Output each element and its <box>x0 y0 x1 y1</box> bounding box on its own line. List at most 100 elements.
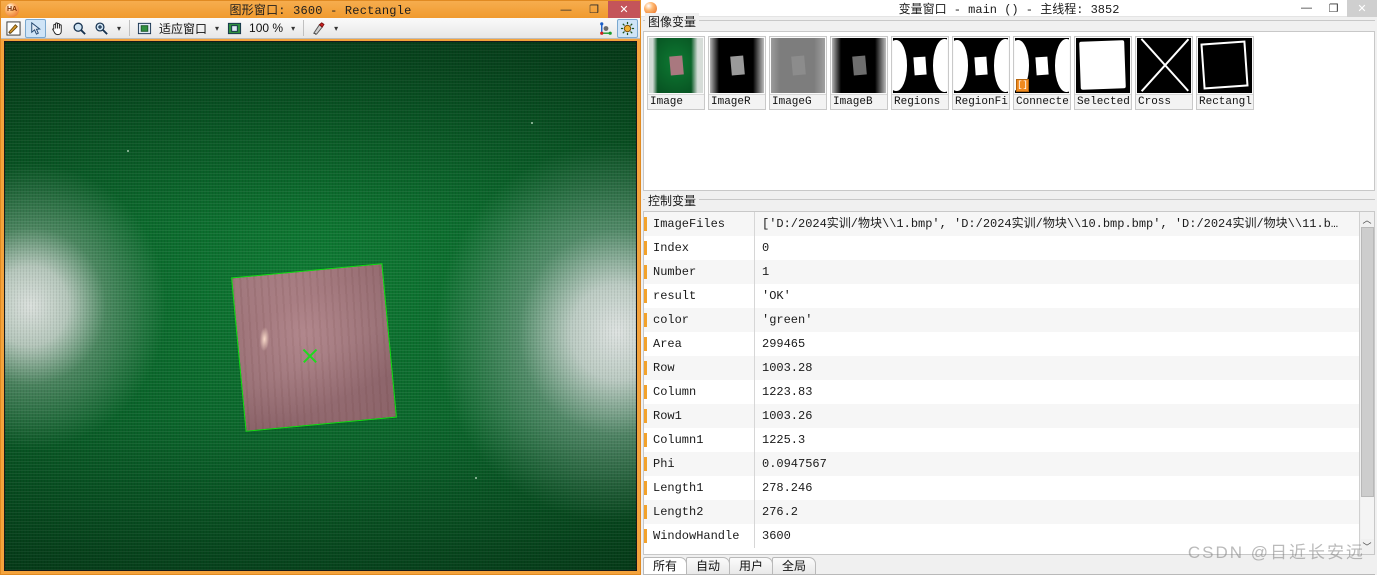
variable-value: 299465 <box>754 332 1359 356</box>
thumb-scene-color <box>649 38 703 93</box>
scrollbar-thumb[interactable] <box>1360 227 1374 497</box>
thumb-scene-binary <box>954 38 1008 93</box>
image-variable-thumb-regionfi[interactable]: RegionFi <box>952 36 1010 110</box>
thumb-scene-gray <box>710 38 764 93</box>
variable-value: 1225.3 <box>754 428 1359 452</box>
background-speck <box>475 477 477 479</box>
image-variables-panel[interactable]: Image ImageR ImageG ImageB Regions Regio… <box>643 31 1375 191</box>
table-row[interactable]: Length2 276.2 <box>644 500 1359 524</box>
table-row[interactable]: Number 1 <box>644 260 1359 284</box>
center-cross-icon <box>301 346 319 364</box>
tab-all[interactable]: 所有 <box>643 557 688 574</box>
scroll-up-icon[interactable]: ︿ <box>1359 212 1374 227</box>
zoom-level-icon[interactable] <box>224 19 245 38</box>
control-variables-label: 控制变量 <box>645 192 700 209</box>
table-row[interactable]: Column 1223.83 <box>644 380 1359 404</box>
image-variable-thumb-image[interactable]: Image <box>647 36 705 110</box>
tab-user[interactable]: 用户 <box>729 557 774 574</box>
close-button[interactable]: ✕ <box>1347 0 1377 17</box>
image-variable-thumb-regions[interactable]: Regions <box>891 36 949 110</box>
coordinate-axes-icon[interactable] <box>595 19 616 38</box>
light-settings-icon[interactable] <box>617 18 638 38</box>
zoom-icon[interactable] <box>69 19 90 38</box>
thumb-scene-rectangle <box>1198 38 1252 93</box>
image-variable-thumb-selected[interactable]: Selected <box>1074 36 1132 110</box>
thumbnail-label: RegionFi <box>953 94 1009 109</box>
fit-window-label[interactable]: 适应窗口 <box>156 20 210 37</box>
variable-name: Area <box>644 337 754 351</box>
thumbnail-label: Image <box>648 94 704 109</box>
minimize-button[interactable]: — <box>1293 0 1320 17</box>
thumb-scene-binary <box>893 38 947 93</box>
table-row[interactable]: Column1 1225.3 <box>644 428 1359 452</box>
close-button[interactable]: ✕ <box>608 1 640 18</box>
image-variables-group-header: 图像变量 <box>643 13 1375 30</box>
image-variables-label: 图像变量 <box>645 13 700 30</box>
variable-value: 'green' <box>754 308 1359 332</box>
color-palette-icon[interactable] <box>308 19 329 38</box>
table-row[interactable]: Length1 278.246 <box>644 476 1359 500</box>
control-variables-group-header: 控制变量 <box>643 192 1375 209</box>
image-variable-thumb-imageg[interactable]: ImageG <box>769 36 827 110</box>
variable-window-titlebar[interactable]: 变量窗口 - main () - 主线程: 3852 — ❐ ✕ <box>641 0 1377 17</box>
edit-draw-icon[interactable] <box>3 19 24 38</box>
table-row[interactable]: Row1 1003.26 <box>644 404 1359 428</box>
graphics-canvas[interactable] <box>4 41 637 571</box>
fit-window-caret-icon[interactable]: ▾ <box>211 24 223 33</box>
pan-hand-icon[interactable] <box>47 19 68 38</box>
graphics-window-title: 图形窗口: 3600 - Rectangle <box>229 4 412 18</box>
variable-name: Length1 <box>644 481 754 495</box>
scroll-down-icon[interactable]: ﹀ <box>1359 539 1374 554</box>
thumb-scene-gray <box>832 38 886 93</box>
felt-bottom-shadow <box>5 422 636 570</box>
table-row[interactable]: Area 299465 <box>644 332 1359 356</box>
table-row[interactable]: Row 1003.28 <box>644 356 1359 380</box>
variable-value: 1003.26 <box>754 404 1359 428</box>
image-variable-thumb-rectangl[interactable]: Rectangl <box>1196 36 1254 110</box>
zoom-dropdown-caret-icon[interactable]: ▾ <box>113 24 125 33</box>
tab-auto[interactable]: 自动 <box>686 557 731 574</box>
thumbnail-preview <box>710 38 764 93</box>
image-variable-thumb-imager[interactable]: ImageR <box>708 36 766 110</box>
variable-name: Row <box>644 361 754 375</box>
scrollbar-track[interactable] <box>1360 497 1374 539</box>
table-row[interactable]: color 'green' <box>644 308 1359 332</box>
block-highlight <box>259 327 270 351</box>
graphics-window: HA 图形窗口: 3600 - Rectangle — ❐ ✕ ▾ 适应窗口 ▾… <box>0 0 641 575</box>
background-speck <box>531 122 533 124</box>
table-row[interactable]: result 'OK' <box>644 284 1359 308</box>
table-row[interactable]: WindowHandle 3600 <box>644 524 1359 548</box>
zoom-region-icon[interactable] <box>91 19 112 38</box>
variable-window-title: 变量窗口 - main () - 主线程: 3852 <box>898 2 1120 17</box>
thumbnail-preview <box>1137 38 1191 93</box>
thumbnail-preview <box>893 38 947 93</box>
maximize-button[interactable]: ❐ <box>580 1 608 18</box>
table-row[interactable]: Index 0 <box>644 236 1359 260</box>
image-variable-thumb-cross[interactable]: Cross <box>1135 36 1193 110</box>
control-variables-panel[interactable]: ImageFiles ['D:/2024实训/物块\\1.bmp', 'D:/2… <box>643 211 1375 555</box>
image-variable-thumb-connecte[interactable]: [] Connecte <box>1013 36 1071 110</box>
thumbnail-label: ImageG <box>770 94 826 109</box>
table-row[interactable]: ImageFiles ['D:/2024实训/物块\\1.bmp', 'D:/2… <box>644 212 1359 236</box>
zoom-level-caret-icon[interactable]: ▾ <box>287 24 299 33</box>
maximize-button[interactable]: ❐ <box>1320 0 1347 17</box>
color-caret-icon[interactable]: ▾ <box>330 24 342 33</box>
thumbnail-label: Regions <box>892 94 948 109</box>
variable-name: ImageFiles <box>644 217 754 231</box>
zoom-level-value[interactable]: 100 % <box>246 21 286 35</box>
variable-window-controls: — ❐ ✕ <box>1293 0 1377 17</box>
thumbnail-preview <box>1198 38 1252 93</box>
graphics-window-titlebar[interactable]: HA 图形窗口: 3600 - Rectangle — ❐ ✕ <box>1 1 640 18</box>
thumbnail-preview <box>771 38 825 93</box>
variable-name: Length2 <box>644 505 754 519</box>
minimize-button[interactable]: — <box>552 1 580 18</box>
variable-value: 1223.83 <box>754 380 1359 404</box>
fit-window-icon[interactable] <box>134 19 155 38</box>
table-row[interactable]: Phi 0.0947567 <box>644 452 1359 476</box>
control-variables-scrollbar[interactable]: ︿ ﹀ <box>1359 212 1374 554</box>
variable-value: 0 <box>754 236 1359 260</box>
variable-value: 278.246 <box>754 476 1359 500</box>
image-variable-thumb-imageb[interactable]: ImageB <box>830 36 888 110</box>
pointer-select-icon[interactable] <box>25 18 46 38</box>
tab-global[interactable]: 全局 <box>772 557 817 574</box>
